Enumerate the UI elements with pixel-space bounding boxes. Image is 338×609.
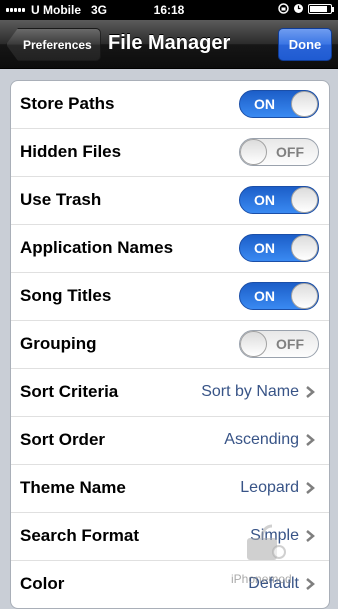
setting-label: Application Names <box>20 238 174 257</box>
lock-rotation-icon <box>278 3 289 14</box>
use-trash-switch[interactable]: ON <box>239 186 319 214</box>
setting-value: Ascending <box>224 431 299 448</box>
switch-state-text: OFF <box>276 144 304 160</box>
status-bar: U Mobile 3G 16:18 <box>0 0 338 20</box>
switch-state-text: ON <box>254 288 275 304</box>
store-paths-switch[interactable]: ON <box>239 90 319 118</box>
setting-row-store-paths: Store Paths ON <box>11 81 329 129</box>
switch-state-text: OFF <box>276 336 304 352</box>
back-button[interactable]: Preferences <box>6 28 101 61</box>
watermark: iPhonemod <box>231 520 313 600</box>
chevron-right-icon <box>306 434 315 446</box>
setting-row-sort-order[interactable]: Sort Order Ascending <box>11 417 329 465</box>
setting-row-application-names: Application Names ON <box>11 225 329 273</box>
watermark-text: iPhonemod <box>231 572 292 586</box>
switch-knob <box>291 283 318 309</box>
grouping-switch[interactable]: OFF <box>239 330 319 358</box>
switch-knob <box>291 235 318 261</box>
watermark-logo-icon <box>247 524 286 560</box>
switch-state-text: ON <box>254 192 275 208</box>
page-title: File Manager <box>108 32 231 54</box>
setting-label: Search Format <box>20 526 140 545</box>
alarm-clock-icon <box>294 4 303 13</box>
setting-label: Grouping <box>20 334 97 353</box>
switch-knob <box>240 139 267 165</box>
setting-label: Use Trash <box>20 190 102 209</box>
setting-label: Color <box>20 574 65 593</box>
setting-label: Store Paths <box>20 94 115 113</box>
setting-label: Theme Name <box>20 478 126 497</box>
setting-label: Hidden Files <box>20 142 122 161</box>
chevron-right-icon <box>306 386 315 398</box>
navigation-bar: Preferences File Manager Done <box>0 20 338 69</box>
battery-icon <box>308 3 334 14</box>
hidden-files-switch[interactable]: OFF <box>239 138 319 166</box>
switch-state-text: ON <box>254 240 275 256</box>
setting-row-theme-name[interactable]: Theme Name Leopard <box>11 465 329 513</box>
setting-row-sort-criteria[interactable]: Sort Criteria Sort by Name <box>11 369 329 417</box>
done-button[interactable]: Done <box>278 28 332 61</box>
switch-knob <box>291 187 318 213</box>
song-titles-switch[interactable]: ON <box>239 282 319 310</box>
setting-row-use-trash: Use Trash ON <box>11 177 329 225</box>
switch-state-text: ON <box>254 96 275 112</box>
switch-knob <box>240 331 267 357</box>
setting-label: Sort Order <box>20 430 106 449</box>
setting-value: Leopard <box>240 479 299 496</box>
chevron-right-icon <box>306 482 315 494</box>
application-names-switch[interactable]: ON <box>239 234 319 262</box>
setting-value: Sort by Name <box>201 383 299 400</box>
setting-label: Sort Criteria <box>20 382 119 401</box>
setting-row-song-titles: Song Titles ON <box>11 273 329 321</box>
setting-label: Song Titles <box>20 286 112 305</box>
setting-row-grouping: Grouping OFF <box>11 321 329 369</box>
switch-knob <box>291 91 318 117</box>
setting-row-hidden-files: Hidden Files OFF <box>11 129 329 177</box>
